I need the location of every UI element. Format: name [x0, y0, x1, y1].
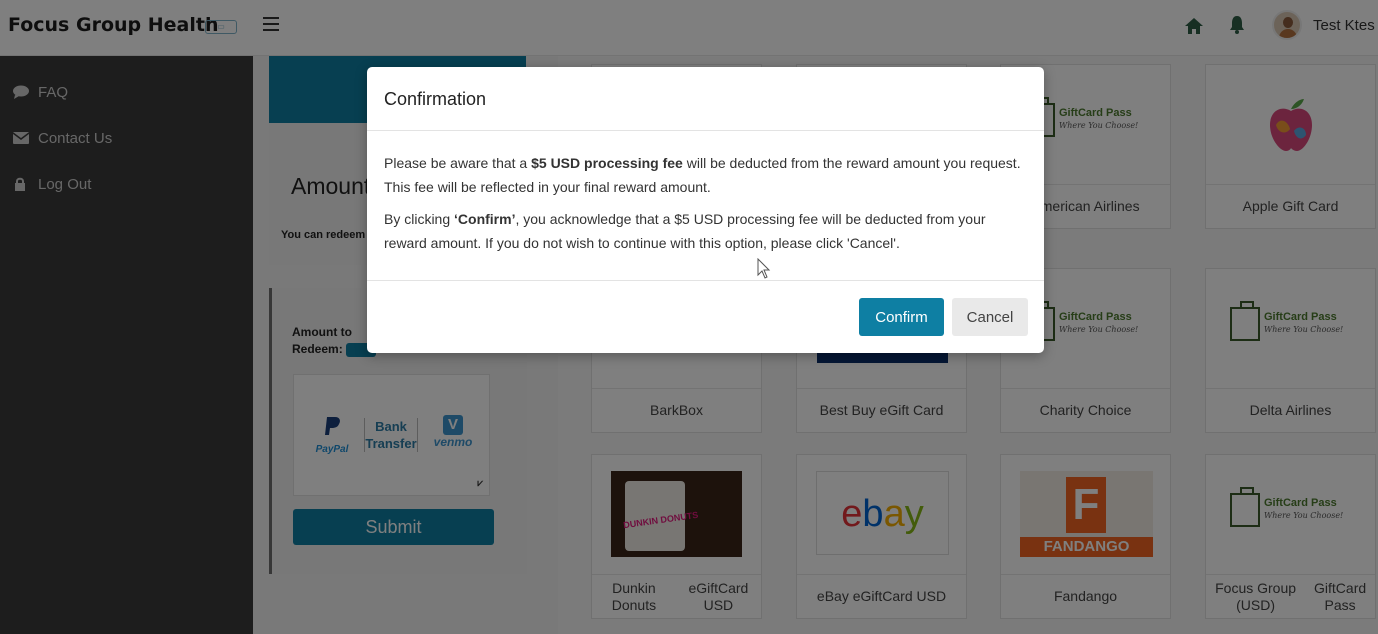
modal-body: Please be aware that a $5 USD processing… [384, 151, 1024, 263]
modal-title: Confirmation [384, 89, 487, 109]
acknowledge-paragraph: By clicking ‘Confirm’, you acknowledge t… [384, 211, 986, 251]
modal-header: Confirmation [367, 67, 1044, 131]
fee-notice-paragraph: Please be aware that a $5 USD processing… [384, 155, 1021, 195]
cancel-button[interactable]: Cancel [952, 298, 1028, 336]
modal-footer: Confirm Cancel [367, 280, 1044, 353]
mouse-cursor-icon [757, 258, 771, 279]
confirm-button[interactable]: Confirm [859, 298, 944, 336]
confirmation-modal: Confirmation Please be aware that a $5 U… [367, 67, 1044, 353]
